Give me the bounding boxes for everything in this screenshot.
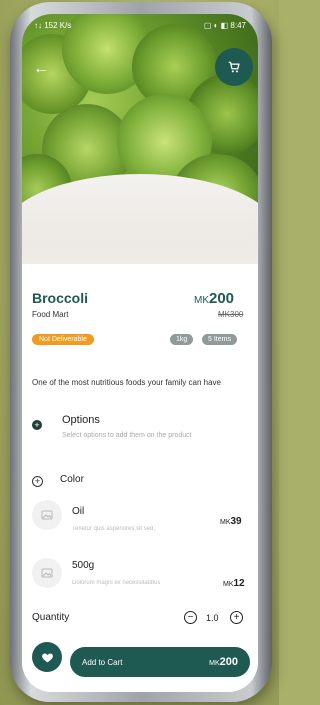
items-chip: 5 Items	[202, 334, 237, 345]
option-name[interactable]: 500g	[72, 560, 94, 571]
option-description: Tenetur quis asperiores sit sed.	[72, 526, 156, 532]
price-currency: MK	[194, 295, 209, 306]
delivery-badge: Not Deliverable	[32, 334, 94, 345]
status-bar: ↑↓ 152 K/s ▢ ◐ ◧ 8:47	[22, 14, 258, 36]
product-price: MK200	[194, 290, 234, 307]
back-button[interactable]: ←	[30, 58, 52, 80]
add-to-cart-button[interactable]: Add to Cart MK200	[70, 647, 250, 677]
app-screen: ↑↓ 152 K/s ▢ ◐ ◧ 8:47 ← Broccoli MK200 F…	[22, 14, 258, 692]
quantity-value: 1.0	[206, 613, 219, 623]
heart-icon	[41, 652, 53, 662]
options-plus-icon[interactable]: +	[32, 420, 42, 430]
option-currency: MK	[220, 519, 231, 526]
option-thumbnail	[32, 558, 62, 588]
option-price-value: 39	[230, 516, 242, 527]
product-description: One of the most nutritious foods your fa…	[32, 378, 221, 387]
image-placeholder-icon	[41, 568, 53, 578]
option-name[interactable]: Oil	[72, 506, 84, 517]
option-description: Dolorum magni ex necessitatibus	[72, 580, 161, 586]
option-thumbnail	[32, 500, 62, 530]
quantity-label: Quantity	[32, 612, 70, 623]
store-name: Food Mart	[32, 310, 69, 319]
add-to-cart-price: MK200	[209, 656, 238, 668]
option-price-value: 12	[233, 578, 245, 589]
quantity-decrease-button[interactable]: −	[184, 611, 197, 624]
color-plus-icon[interactable]: +	[32, 476, 43, 487]
weight-chip: 1kg	[170, 334, 194, 345]
favorite-button[interactable]	[32, 642, 62, 672]
options-title: Options	[62, 414, 100, 426]
options-subtitle: Select options to add them on the produc…	[62, 432, 192, 439]
old-price: MK300	[218, 310, 244, 319]
back-arrow-icon: ←	[33, 60, 49, 77]
option-price: MK39	[220, 516, 242, 527]
color-title: Color	[60, 474, 84, 485]
option-price: MK12	[223, 578, 245, 589]
product-details: Broccoli MK200 Food Mart MK300 Not Deliv…	[22, 264, 258, 692]
status-left: ↑↓ 152 K/s	[34, 20, 72, 30]
cart-icon	[228, 61, 240, 73]
product-name: Broccoli	[32, 290, 89, 306]
quantity-increase-button[interactable]: +	[230, 611, 243, 624]
option-currency: MK	[223, 581, 234, 588]
price-value: 200	[209, 290, 235, 307]
image-placeholder-icon	[41, 510, 53, 520]
cart-button[interactable]	[215, 48, 253, 86]
cta-price-value: 200	[219, 656, 238, 668]
status-right: ▢ ◐ ◧ 8:47	[203, 20, 246, 30]
cta-currency: MK	[209, 660, 220, 667]
add-to-cart-label: Add to Cart	[82, 657, 123, 667]
